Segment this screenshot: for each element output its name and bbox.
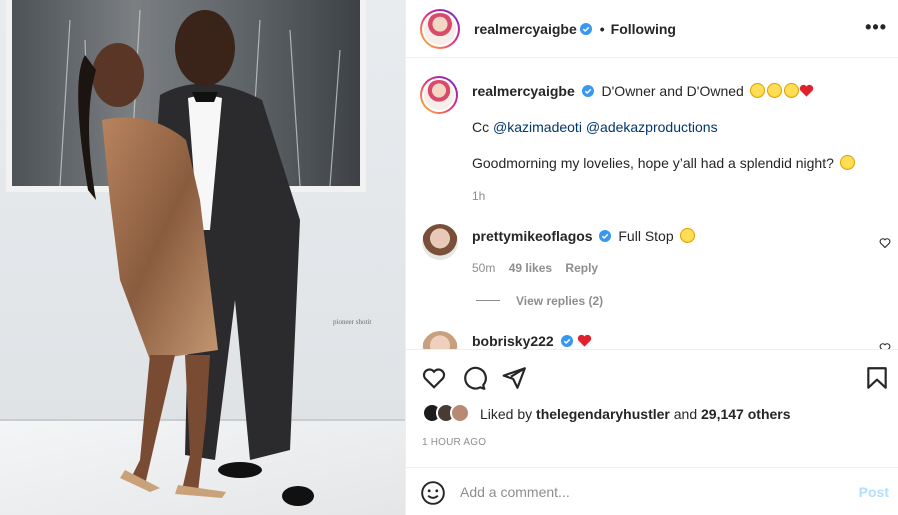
header-separator: • — [599, 20, 605, 37]
comment-body: Full Stop — [618, 228, 674, 244]
post-button[interactable]: Post — [859, 484, 889, 500]
view-replies-button[interactable]: View replies (2) — [516, 294, 603, 308]
following-button[interactable]: Following — [611, 21, 676, 37]
comment-input[interactable] — [460, 482, 840, 502]
liker-avatar — [450, 403, 470, 423]
post-header: realmercyaigbe • Following ••• — [406, 0, 898, 58]
caption-line3: Goodmorning my lovelies, hope y’all had … — [472, 154, 872, 172]
verified-badge-icon — [599, 230, 612, 242]
comment-username[interactable]: bobrisky222 — [472, 333, 554, 349]
likes-conj: and — [673, 406, 698, 422]
comment-text: prettymikeoflagos Full Stop — [472, 227, 872, 245]
comment-username[interactable]: prettymikeoflagos — [472, 228, 593, 244]
laughing-emoji-icon — [749, 83, 765, 98]
caption-username[interactable]: realmercyaigbe — [472, 83, 575, 99]
likes-count[interactable]: 29,147 others — [701, 406, 791, 422]
red-heart-emoji-icon — [799, 84, 813, 97]
comment-time[interactable]: 50m — [472, 261, 495, 275]
liked-by-user[interactable]: thelegendaryhustler — [536, 406, 670, 422]
verified-badge-icon — [560, 335, 573, 347]
post-photo[interactable]: pioneer shotit — [0, 0, 405, 515]
smiley-icon[interactable] — [420, 480, 446, 506]
replies-divider — [476, 300, 500, 301]
comment-meta: 50m 49 likes Reply — [472, 259, 872, 277]
comments-list[interactable]: realmercyaigbe D'Owner and D'Owned Cc @k… — [406, 59, 898, 349]
liker-avatars — [422, 403, 474, 425]
verified-badge-icon — [581, 85, 594, 97]
comment-likes[interactable]: 49 likes — [509, 261, 552, 275]
caption-cc: Cc — [472, 119, 490, 135]
caption-time[interactable]: 1h — [472, 187, 872, 205]
likes-prefix: Liked by — [480, 406, 533, 422]
caption-line1: D'Owner and D'Owned — [601, 83, 744, 99]
mention-link[interactable]: @adekazproductions — [586, 119, 718, 135]
caption: realmercyaigbe D'Owner and D'Owned — [472, 82, 872, 100]
likes-text: Liked by thelegendaryhustler and 29,147 … — [480, 406, 791, 422]
caption-author-avatar[interactable] — [420, 76, 458, 114]
more-horizontal-icon[interactable]: ••• — [865, 18, 887, 36]
action-bar — [406, 349, 898, 409]
post-sidebar: realmercyaigbe • Following ••• realmercy… — [405, 0, 898, 515]
star-struck-emoji-icon — [783, 83, 799, 98]
commenter-avatar[interactable] — [422, 331, 458, 349]
commenter-avatar[interactable] — [422, 224, 458, 260]
caption-line2: Cc @kazimadeoti @adekazproductions — [472, 118, 872, 136]
author-avatar[interactable] — [420, 8, 460, 49]
bookmark-icon[interactable] — [864, 365, 890, 391]
winking-kiss-emoji-icon — [839, 155, 855, 170]
add-comment-bar: Post — [406, 467, 898, 515]
mention-link[interactable]: @kazimadeoti — [493, 119, 582, 135]
comment-text: bobrisky222 — [472, 332, 872, 349]
paper-plane-icon[interactable] — [501, 365, 527, 391]
verified-badge-icon — [579, 22, 592, 35]
reply-button[interactable]: Reply — [565, 261, 598, 275]
photo-watermark: pioneer shotit — [333, 318, 371, 326]
laughing-emoji-icon — [766, 83, 782, 98]
caption-line3-text: Goodmorning my lovelies, hope y’all had … — [472, 155, 834, 171]
author-username[interactable]: realmercyaigbe — [474, 21, 577, 37]
post-timestamp[interactable]: 1 HOUR AGO — [422, 437, 486, 448]
comment-like-heart-icon[interactable] — [879, 237, 891, 249]
comment-icon[interactable] — [461, 365, 487, 391]
star-struck-emoji-icon — [679, 228, 695, 243]
red-heart-emoji-icon — [577, 334, 591, 347]
heart-icon[interactable] — [421, 365, 447, 391]
likes-summary[interactable]: Liked by thelegendaryhustler and 29,147 … — [422, 403, 791, 425]
comment-like-heart-icon[interactable] — [879, 342, 891, 349]
